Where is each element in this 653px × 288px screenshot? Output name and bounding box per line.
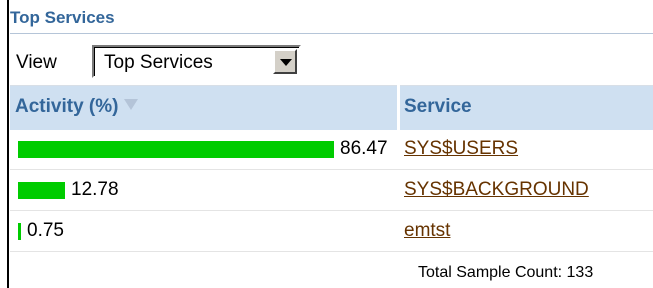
top-services-table: Activity (%) Service 86.47 SYS$USERS 12.…	[10, 85, 653, 288]
column-header-service-label: Service	[404, 96, 472, 117]
activity-bar	[18, 182, 65, 199]
row-divider	[10, 169, 653, 170]
service-link[interactable]: SYS$BACKGROUND	[404, 179, 589, 201]
column-header-activity[interactable]: Activity (%)	[10, 85, 397, 130]
view-select-value: Top Services	[104, 52, 213, 73]
chevron-down-icon	[280, 59, 292, 66]
activity-cell: 0.75	[10, 212, 397, 250]
service-link[interactable]: emtst	[404, 220, 450, 242]
column-header-service[interactable]: Service	[400, 85, 653, 130]
service-link[interactable]: SYS$USERS	[404, 138, 518, 160]
total-sample-count: Total Sample Count: 133	[418, 264, 594, 281]
view-select[interactable]: Top Services	[92, 45, 301, 78]
service-cell: SYS$BACKGROUND	[400, 171, 653, 209]
view-label: View	[16, 52, 57, 73]
activity-bar	[18, 141, 334, 158]
activity-value: 12.78	[71, 179, 119, 200]
activity-value: 0.75	[27, 220, 64, 241]
activity-bar	[18, 223, 21, 240]
activity-value: 86.47	[340, 138, 388, 159]
view-row: View Top Services	[10, 42, 653, 82]
top-services-panel: Top Services View Top Services Activity …	[0, 0, 653, 288]
title-divider	[10, 33, 653, 34]
table-row: 86.47 SYS$USERS	[10, 130, 653, 168]
panel-left-border	[7, 0, 9, 288]
column-header-activity-label: Activity (%)	[15, 96, 119, 117]
service-cell: emtst	[400, 212, 653, 250]
row-divider	[10, 210, 653, 211]
view-select-dropdown-button[interactable]	[273, 49, 297, 74]
panel-title: Top Services	[10, 8, 115, 27]
sort-descending-icon	[124, 99, 139, 110]
activity-cell: 12.78	[10, 171, 397, 209]
activity-cell: 86.47	[10, 130, 397, 168]
row-divider	[10, 251, 653, 252]
service-cell: SYS$USERS	[400, 130, 653, 168]
table-row: 12.78 SYS$BACKGROUND	[10, 171, 653, 209]
table-row: 0.75 emtst	[10, 212, 653, 250]
